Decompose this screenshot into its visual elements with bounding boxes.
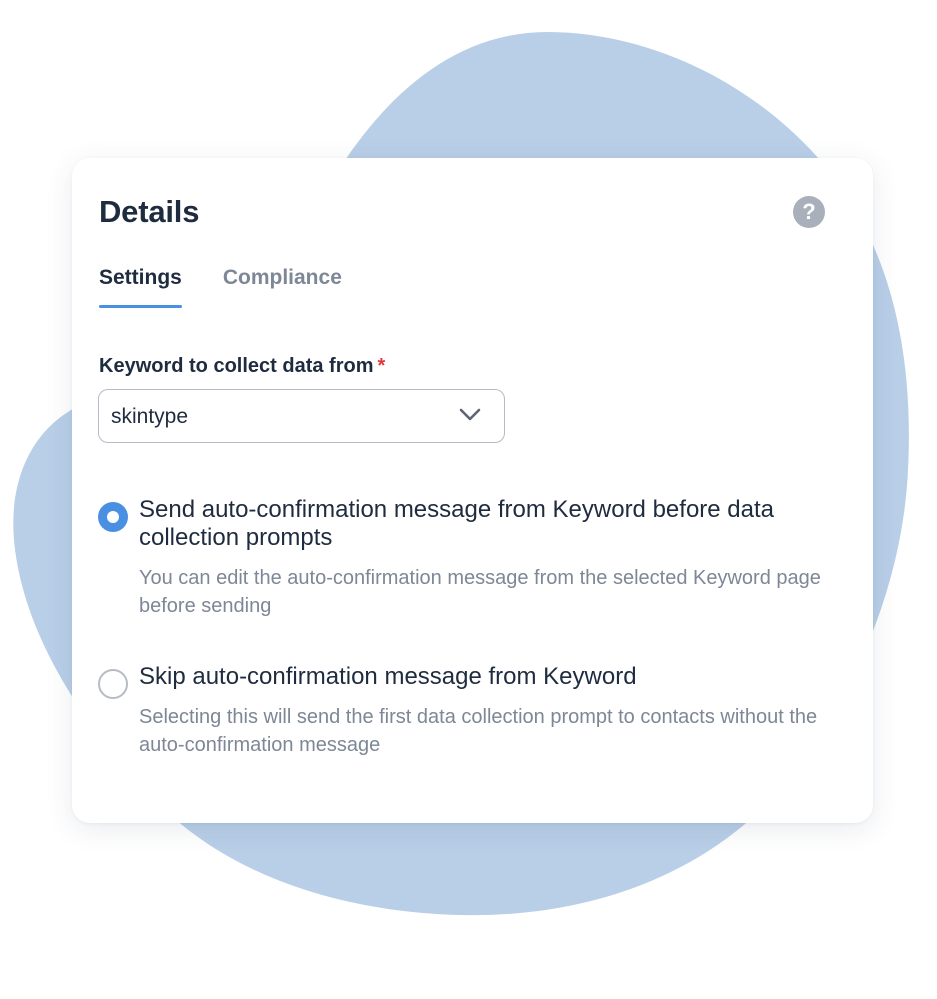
question-circle-icon[interactable]: ? — [793, 196, 825, 228]
stage: Details ? Settings Compliance Keyword to… — [0, 0, 937, 999]
option-skip-confirmation-description: Selecting this will send the first data … — [139, 706, 818, 756]
keyword-select[interactable]: skintype — [98, 389, 505, 443]
option-send-confirmation-title[interactable]: Send auto-confirmation message from Keyw… — [139, 496, 819, 552]
keyword-field-label: Keyword to collect data from * — [99, 355, 385, 378]
details-card: Details ? Settings Compliance Keyword to… — [72, 158, 873, 823]
radio-send-confirmation[interactable] — [98, 502, 128, 532]
tab-compliance[interactable]: Compliance — [223, 266, 342, 308]
tab-bar: Settings Compliance — [99, 266, 342, 308]
keyword-field-label-text: Keyword to collect data from — [99, 355, 374, 377]
card-title: Details — [99, 194, 200, 229]
option-send-confirmation-description: You can edit the auto-confirmation messa… — [139, 567, 821, 617]
chevron-down-icon — [459, 408, 481, 421]
keyword-select-value: skintype — [111, 405, 189, 428]
radio-skip-confirmation[interactable] — [98, 669, 128, 699]
option-skip-confirmation-title[interactable]: Skip auto-confirmation message from Keyw… — [139, 663, 819, 691]
required-asterisk: * — [377, 355, 386, 377]
tab-settings[interactable]: Settings — [99, 266, 182, 308]
